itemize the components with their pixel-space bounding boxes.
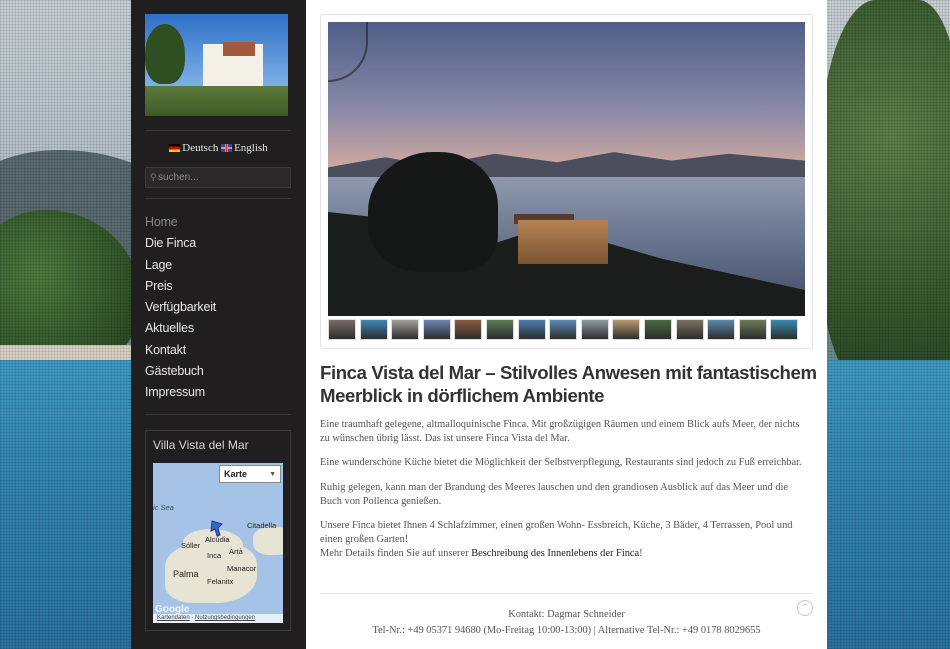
search-input[interactable] [158, 172, 290, 183]
sidebar-divider [145, 130, 291, 131]
map-label: Artà [229, 547, 243, 556]
hero-slideshow-image[interactable] [328, 22, 805, 316]
logo-garden [145, 86, 288, 116]
map-label: Manacor [227, 564, 257, 573]
intro-text: Eine traumhaft gelegene, altmalloquinisc… [320, 418, 810, 562]
map-label: Sóller [181, 541, 201, 550]
gallery-thumbnail[interactable] [580, 319, 609, 340]
content-divider [320, 593, 813, 594]
google-map[interactable]: ic Sea Citadella Alcúdia Sóller Inca Art… [153, 463, 283, 623]
nav-item-gaestebuch[interactable]: Gästebuch [145, 361, 295, 382]
gallery-thumbnail[interactable] [517, 319, 546, 340]
map-terms-link[interactable]: Nutzungsbedingungen [195, 615, 255, 621]
map-pin-icon[interactable] [209, 519, 225, 539]
gallery-thumbnail[interactable] [328, 319, 356, 340]
nav-item-impressum[interactable]: Impressum [145, 382, 295, 403]
map-label: Inca [207, 551, 222, 560]
paragraph: Unsere Finca bietet Ihnen 4 Schlafzimmer… [320, 519, 810, 562]
de-flag-icon [169, 144, 181, 152]
map-label: Felanitx [207, 577, 234, 586]
gallery-thumbnail[interactable] [612, 319, 641, 340]
uk-flag-icon [221, 144, 233, 152]
nav-item-home[interactable]: Home [145, 212, 295, 233]
gallery-thumbnail[interactable] [391, 319, 420, 340]
widget-title: Villa Vista del Mar [153, 438, 249, 452]
nav-item-verfuegbarkeit[interactable]: Verfügbarkeit [145, 297, 295, 318]
language-link-english[interactable]: English [221, 142, 268, 154]
map-label: Palma [173, 569, 199, 579]
gallery-thumbnail[interactable] [485, 319, 514, 340]
hero-tree [368, 152, 498, 272]
language-label: English [234, 142, 268, 154]
logo-palm [145, 24, 185, 84]
nav-item-preis[interactable]: Preis [145, 276, 295, 297]
nav-item-aktuelles[interactable]: Aktuelles [145, 318, 295, 339]
map-data-link[interactable]: Kartendaten [157, 615, 190, 621]
paragraph: Eine wunderschöne Küche bietet die Mögli… [320, 457, 802, 469]
contact-name: Kontakt: Dagmar Schneider [508, 609, 625, 620]
gallery-thumbnail[interactable] [643, 319, 672, 340]
nav-item-lage[interactable]: Lage [145, 255, 295, 276]
paragraph-line: Mehr Details finden Sie auf unserer [320, 548, 472, 560]
paragraph-line: Unsere Finca bietet Ihnen 4 Schlafzimmer… [320, 520, 793, 546]
sidebar-divider [145, 198, 291, 199]
chevron-down-icon: ▼ [269, 470, 276, 478]
gallery-thumbnails [328, 319, 805, 340]
gallery-thumbnail[interactable] [738, 319, 767, 340]
language-link-deutsch[interactable]: Deutsch [169, 142, 218, 154]
main-content: Finca Vista del Mar – Stilvolles Anwesen… [306, 0, 827, 649]
nav-item-kontakt[interactable]: Kontakt [145, 340, 295, 361]
sidebar: Deutsch English ⚲ Home Die Finca Lage Pr… [131, 0, 306, 649]
gallery-thumbnail[interactable] [422, 319, 451, 340]
sidebar-divider [145, 414, 291, 415]
map-type-label: Karte [224, 469, 248, 479]
gallery-thumbnail[interactable] [675, 319, 704, 340]
hero-house [518, 220, 608, 264]
map-widget: Villa Vista del Mar ic Sea Citadella Alc… [145, 430, 291, 631]
site-logo-image[interactable] [145, 14, 288, 116]
paragraph: Eine traumhaft gelegene, altmalloquinisc… [320, 419, 800, 445]
gallery-thumbnail[interactable] [707, 319, 736, 340]
map-label: Citadella [247, 521, 277, 530]
page-title: Finca Vista del Mar – Stilvolles Anwesen… [320, 362, 817, 406]
hero-branch [328, 22, 368, 82]
map-type-dropdown[interactable]: Karte ▼ [219, 465, 281, 483]
search-box: ⚲ [145, 167, 291, 188]
main-navigation: Home Die Finca Lage Preis Verfügbarkeit … [145, 212, 295, 404]
gallery-thumbnail[interactable] [549, 319, 578, 340]
map-land [253, 527, 283, 555]
paragraph-suffix: ! [639, 548, 643, 560]
language-switcher: Deutsch English [131, 142, 306, 155]
nav-item-die-finca[interactable]: Die Finca [145, 233, 295, 254]
gallery-thumbnail[interactable] [359, 319, 388, 340]
search-icon: ⚲ [150, 172, 157, 182]
contact-phone: Tel-Nr.: +49 05371 94680 (Mo-Freitag 10:… [372, 625, 761, 636]
map-label: ic Sea [153, 503, 174, 512]
gallery-thumbnail[interactable] [770, 319, 799, 340]
logo-house-roof [223, 42, 255, 56]
finca-details-link[interactable]: Beschreibung des Innenlebens der Finca [471, 548, 639, 559]
paragraph: Ruhig gelegen, kann man der Brandung des… [320, 481, 789, 507]
map-footer: Kartendaten - Nutzungsbedingungen [153, 614, 283, 623]
contact-footer: Kontakt: Dagmar Schneider Tel-Nr.: +49 0… [306, 607, 827, 639]
gallery-thumbnail[interactable] [454, 319, 483, 340]
language-label: Deutsch [182, 142, 219, 154]
